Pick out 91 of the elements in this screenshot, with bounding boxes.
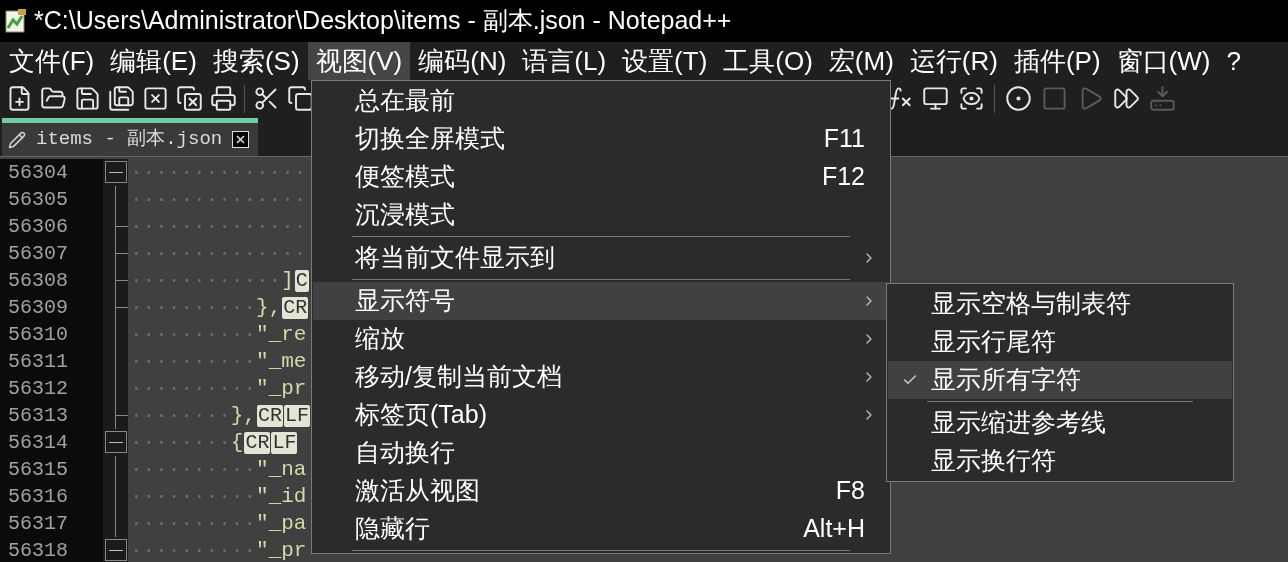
menu-bar-item[interactable]: 编辑(E) (102, 42, 205, 80)
whitespace-markers: ·········· (130, 376, 257, 402)
line-number: 56310 (0, 321, 103, 348)
code-text: "_pr (256, 538, 307, 562)
menu-bar-item[interactable]: 设置(T) (614, 42, 716, 80)
whitespace-markers: ·········· (130, 538, 257, 562)
line-number: 56316 (0, 483, 103, 510)
line-number: 56311 (0, 348, 103, 375)
code-text: "_na (256, 457, 307, 483)
window-title: *C:\Users\Administrator\Desktop\items - 副本.json - Notepad++ (34, 5, 732, 37)
submenu-item[interactable]: 显示缩进参考线 (888, 404, 1232, 442)
code-text: "_me (256, 349, 307, 375)
submenu-item[interactable]: 显示换行符 (888, 442, 1232, 480)
menu-bar-item[interactable]: ? (1218, 42, 1249, 80)
line-number: 56306 (0, 213, 103, 240)
shortcut-text: F11 (823, 123, 865, 155)
shortcut-text: F8 (835, 475, 865, 507)
line-ending-badge: LF (284, 404, 310, 427)
menu-item[interactable]: 隐藏行 Alt+H (313, 510, 889, 548)
line-ending-badge: C (294, 269, 309, 292)
line-number: 56317 (0, 510, 103, 537)
menu-item[interactable]: 总在最前 (313, 82, 889, 120)
code-text: "_pr (256, 376, 307, 402)
line-number: 56305 (0, 186, 103, 213)
menu-item[interactable]: 标签页(Tab) (313, 396, 889, 434)
line-number: 56307 (0, 240, 103, 267)
code-text: ] (281, 268, 294, 294)
fold-toggle-icon[interactable] (105, 431, 127, 453)
whitespace-markers: ·········· (130, 295, 257, 321)
line-number: 56313 (0, 402, 103, 429)
menu-item[interactable]: 显示符号 (313, 282, 889, 320)
code-text: }, (256, 295, 282, 321)
shortcut-text: F12 (821, 161, 865, 193)
menu-bar-item[interactable]: 窗口(W) (1108, 42, 1219, 80)
menu-bar-item[interactable]: 运行(R) (901, 42, 1006, 80)
menu-item[interactable]: 将当前文件显示到 (313, 239, 889, 277)
code-text: }, (230, 403, 256, 429)
line-ending-badge: LF (271, 431, 298, 454)
whitespace-markers: ·········· (130, 349, 257, 375)
close-icon[interactable] (232, 131, 250, 148)
submenu-item[interactable]: 显示空格与制表符 (888, 285, 1232, 323)
menu-bar-item[interactable]: 编码(N) (410, 42, 515, 80)
whitespace-markers: ·············· (130, 241, 307, 267)
menu-item[interactable]: 缩放 (313, 320, 889, 358)
shortcut-text: Alt+H (803, 513, 865, 545)
app-icon (4, 8, 28, 34)
menu-bar-item[interactable]: 搜索(S) (204, 42, 308, 80)
line-number: 56308 (0, 267, 103, 294)
line-ending-badge: CR (244, 431, 271, 454)
code-text: "_pa (256, 511, 307, 537)
menu-item[interactable]: 沉浸模式 (313, 196, 889, 234)
whitespace-markers: ·········· (130, 511, 257, 537)
menu-bar-item[interactable]: 插件(P) (1005, 42, 1109, 80)
menu-item[interactable]: 激活从视图 F8 (313, 472, 889, 510)
code-text: "_id (256, 484, 307, 510)
menu-bar-item[interactable]: 视图(V) (307, 42, 411, 80)
menu-bar-item[interactable]: 语言(L) (514, 42, 615, 80)
submenu-item[interactable]: 显示所有字符 (888, 361, 1232, 399)
file-tab[interactable]: items - 副本.json (2, 118, 258, 156)
fold-toggle-icon[interactable] (105, 539, 127, 561)
line-number: 56315 (0, 456, 103, 483)
line-number: 56309 (0, 294, 103, 321)
menu-bar-item[interactable]: 宏(M) (820, 42, 902, 80)
fold-toggle-icon[interactable] (105, 161, 127, 183)
whitespace-markers: ·········· (130, 457, 257, 483)
whitespace-markers: ·············· (130, 160, 307, 186)
menu-item[interactable]: 切换全屏模式 F11 (313, 120, 889, 158)
whitespace-markers: ············ (130, 268, 282, 294)
code-text: { (230, 430, 244, 456)
menu-bar-item[interactable]: 文件(F) (1, 42, 103, 80)
menu-bar-item[interactable]: 工具(O) (715, 42, 821, 80)
line-number: 56318 (0, 537, 103, 562)
whitespace-markers: ········ (129, 403, 231, 429)
line-number: 56312 (0, 375, 103, 402)
submenu-item[interactable]: 显示行尾符 (888, 323, 1232, 361)
code-text: "_re (256, 322, 307, 348)
whitespace-markers: ·············· (130, 214, 307, 240)
whitespace-markers: ·············· (130, 187, 307, 213)
menu-item[interactable]: 移动/复制当前文档 (313, 358, 889, 396)
whitespace-markers: ·········· (130, 484, 257, 510)
line-number: 56304 (0, 159, 103, 186)
tab-label: items - 副本.json (36, 127, 223, 153)
line-ending-badge: CR (256, 404, 283, 427)
fold-line (115, 186, 116, 213)
pencil-icon (8, 130, 26, 149)
line-ending-badge: CR (282, 296, 309, 319)
menu-item[interactable]: 自动换行 (313, 434, 889, 472)
line-number: 56314 (0, 429, 103, 456)
whitespace-markers: ·········· (130, 322, 257, 348)
menu-item[interactable]: 便签模式 F12 (313, 158, 889, 196)
whitespace-markers: ········ (130, 430, 231, 456)
